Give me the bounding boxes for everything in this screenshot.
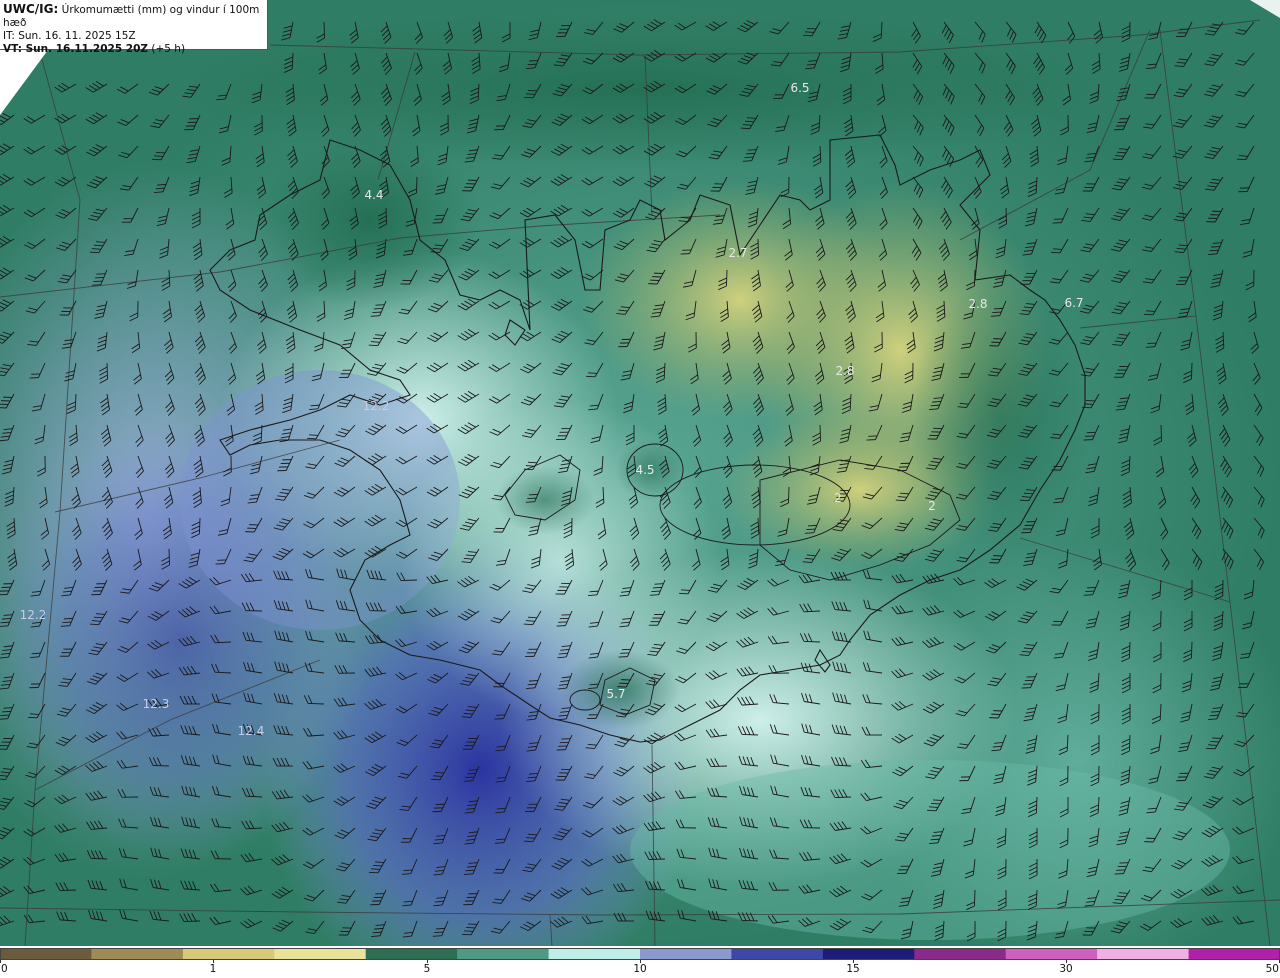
colorbar-strip <box>0 948 1280 960</box>
colorbar-segment <box>182 948 275 960</box>
map-header: UWC/IG: Úrkomumætti (mm) og vindur í 100… <box>0 0 268 55</box>
colorbar-tick-0: 0 <box>1 963 8 975</box>
label-6-5: 6.5 <box>790 81 809 95</box>
label-2-southeast: 2 <box>928 499 936 513</box>
colorbar-segment <box>822 948 915 960</box>
label-12-2-west: 12.2 <box>363 399 390 413</box>
colorbar-segment <box>457 948 550 960</box>
colorbar-tick-5: 5 <box>423 963 431 975</box>
colorbar-segment <box>1097 948 1190 960</box>
label-4-5: 4.5 <box>635 463 654 477</box>
label-2-8-center: 2.8 <box>835 364 854 378</box>
weather-map: 6.5 4.4 2.7 2.8 6.7 2.8 12.2 4.5 2 2 12.… <box>0 0 1280 946</box>
label-12-2-sw: 12.2 <box>20 608 47 622</box>
valid-time: VT: Sun. 16.11.2025 20Z <box>3 43 149 55</box>
colorbar-segment <box>365 948 458 960</box>
colorbar-tick-10: 10 <box>633 963 647 975</box>
colorbar-segment <box>0 948 92 960</box>
label-5-7: 5.7 <box>606 687 625 701</box>
valid-time-line: VT: Sun. 16.11.2025 20Z (+5 h) <box>3 43 264 56</box>
label-6-7: 6.7 <box>1064 296 1083 310</box>
colorbar-segment <box>548 948 641 960</box>
label-2-7: 2.7 <box>728 246 747 260</box>
colorbar-segment <box>914 948 1007 960</box>
colorbar-segment <box>91 948 184 960</box>
label-2-south: 2 <box>834 491 842 505</box>
colorbar-tick-1: 1 <box>209 963 217 975</box>
colorbar-segment <box>731 948 824 960</box>
valid-time-offset: (+5 h) <box>151 43 186 55</box>
colorbar: 0 1 5 10 15 30 50 <box>0 946 1280 978</box>
label-12-4: 12.4 <box>238 724 265 738</box>
label-12-3: 12.3 <box>143 697 170 711</box>
label-2-8-east: 2.8 <box>968 297 987 311</box>
model-name: UWC/IG: <box>3 2 59 16</box>
colorbar-segment <box>640 948 732 960</box>
colorbar-segment <box>1188 948 1280 960</box>
issue-time: IT: Sun. 16. 11. 2025 15Z <box>3 30 136 42</box>
title-line: UWC/IG: Úrkomumætti (mm) og vindur í 100… <box>3 3 264 30</box>
colorbar-segment <box>274 948 367 960</box>
colorbar-segment <box>1005 948 1098 960</box>
colorbar-tick-15: 15 <box>846 963 860 975</box>
colorbar-tick-30: 30 <box>1059 963 1073 975</box>
colorbar-tick-50: 50 <box>1265 963 1279 975</box>
label-4-4: 4.4 <box>364 188 383 202</box>
